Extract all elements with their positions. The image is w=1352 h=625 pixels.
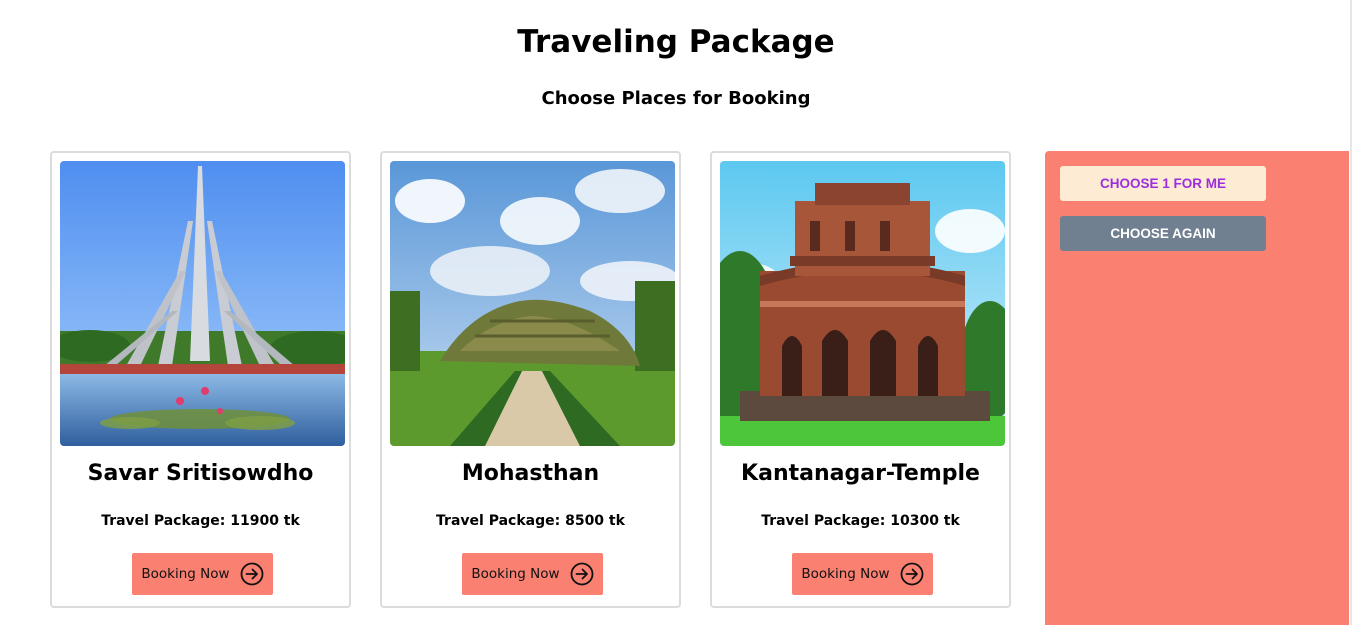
page-title: Traveling Package xyxy=(517,24,835,60)
booking-now-button[interactable]: Booking Now xyxy=(792,553,933,595)
card-title: Mohasthan xyxy=(461,461,600,486)
package-card-mohasthan: Mohasthan Travel Package: 8500 tk Bookin… xyxy=(380,151,681,608)
choose-again-button[interactable]: Choose again xyxy=(1060,216,1266,251)
choose-one-for-me-button[interactable]: Choose 1 for me xyxy=(1060,166,1266,201)
card-price: Travel Package: 11900 tk xyxy=(101,513,300,529)
kantanagar-temple-image xyxy=(720,161,1005,446)
booking-now-button[interactable]: Booking Now xyxy=(462,553,603,595)
booking-button-label: Booking Now xyxy=(801,566,890,582)
card-price: Travel Package: 10300 tk xyxy=(761,513,960,529)
booking-now-button[interactable]: Booking Now xyxy=(132,553,273,595)
card-price: Travel Package: 8500 tk xyxy=(436,513,625,529)
package-card-savar: Savar Sritisowdho Travel Package: 11900 … xyxy=(50,151,351,608)
card-title: Kantanagar-Temple xyxy=(741,461,980,486)
booking-button-label: Booking Now xyxy=(471,566,560,582)
package-card-kantanagar: Kantanagar-Temple Travel Package: 10300 … xyxy=(710,151,1011,608)
selection-sidebar: Choose 1 for me Choose again xyxy=(1045,151,1349,625)
arrow-right-circle-icon xyxy=(570,562,594,586)
page-subtitle: Choose Places for Booking xyxy=(541,88,811,109)
savar-memorial-image xyxy=(60,161,345,446)
booking-button-label: Booking Now xyxy=(141,566,230,582)
arrow-right-circle-icon xyxy=(240,562,264,586)
mohasthan-image xyxy=(390,161,675,446)
card-title: Savar Sritisowdho xyxy=(87,461,314,486)
arrow-right-circle-icon xyxy=(900,562,924,586)
